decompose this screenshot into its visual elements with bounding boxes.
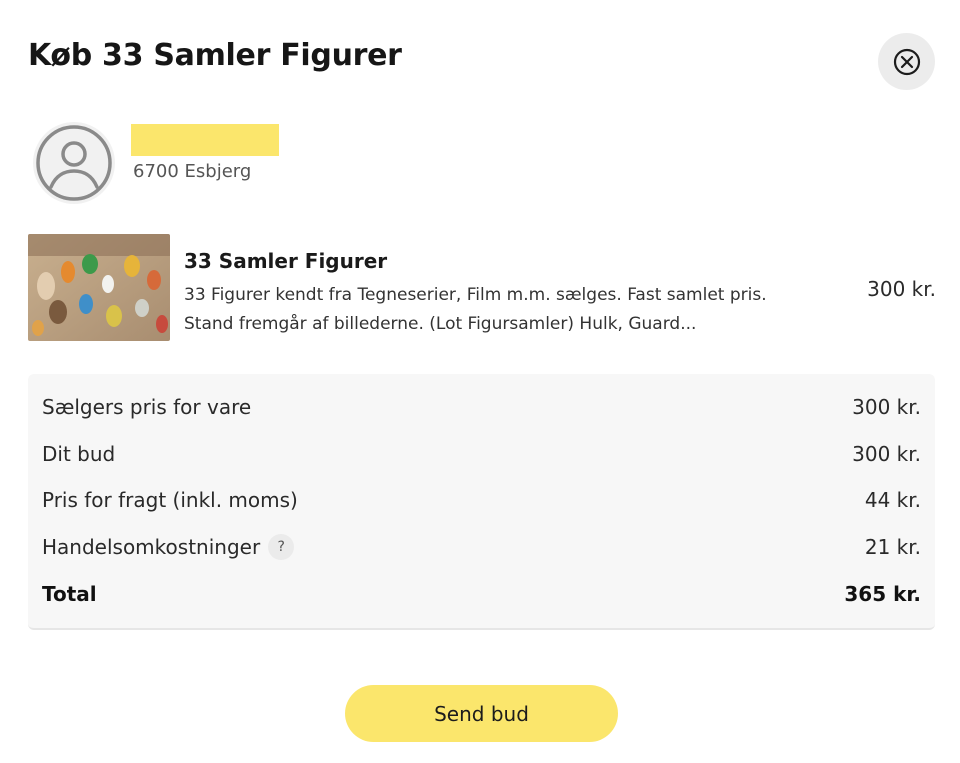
- summary-row-seller-price: Sælgers pris for vare 300 kr.: [42, 391, 921, 423]
- dialog-title: Køb 33 Samler Figurer: [28, 38, 402, 73]
- summary-row-value: 300 kr.: [852, 442, 921, 466]
- summary-row-value: 44 kr.: [864, 488, 921, 512]
- item-title: 33 Samler Figurer: [184, 249, 388, 273]
- summary-row-trade-costs: Handelsomkostninger ? 21 kr.: [42, 531, 921, 563]
- item-description: 33 Figurer kendt fra Tegneserier, Film m…: [184, 285, 767, 334]
- summary-row-shipping: Pris for fragt (inkl. moms) 44 kr.: [42, 484, 921, 516]
- summary-row-total: Total 365 kr.: [42, 578, 921, 610]
- summary-row-label: Handelsomkostninger: [42, 535, 261, 559]
- help-icon[interactable]: ?: [268, 534, 295, 560]
- summary-row-label: Pris for fragt (inkl. moms): [42, 488, 298, 512]
- close-button[interactable]: [878, 33, 935, 90]
- item-price: 300 kr.: [867, 277, 936, 301]
- total-label: Total: [42, 582, 97, 606]
- seller-location: 6700 Esbjerg: [133, 161, 252, 182]
- buy-dialog: Køb 33 Samler Figurer 6700 Esbjerg 33 Sa…: [0, 0, 960, 763]
- close-circle-icon: [893, 48, 920, 75]
- item-thumbnail: [28, 234, 170, 341]
- send-bid-button[interactable]: Send bud: [345, 685, 618, 742]
- price-summary: Sælgers pris for vare 300 kr. Dit bud 30…: [28, 374, 935, 630]
- summary-row-value: 21 kr.: [864, 535, 921, 559]
- summary-row-value: 300 kr.: [852, 395, 921, 419]
- avatar: [33, 122, 115, 204]
- summary-row-your-bid: Dit bud 300 kr.: [42, 438, 921, 470]
- seller-name-redacted: [131, 124, 279, 156]
- total-value: 365 kr.: [844, 582, 921, 606]
- summary-row-label: Sælgers pris for vare: [42, 395, 252, 419]
- summary-row-label: Dit bud: [42, 442, 116, 466]
- user-avatar-icon: [36, 125, 112, 201]
